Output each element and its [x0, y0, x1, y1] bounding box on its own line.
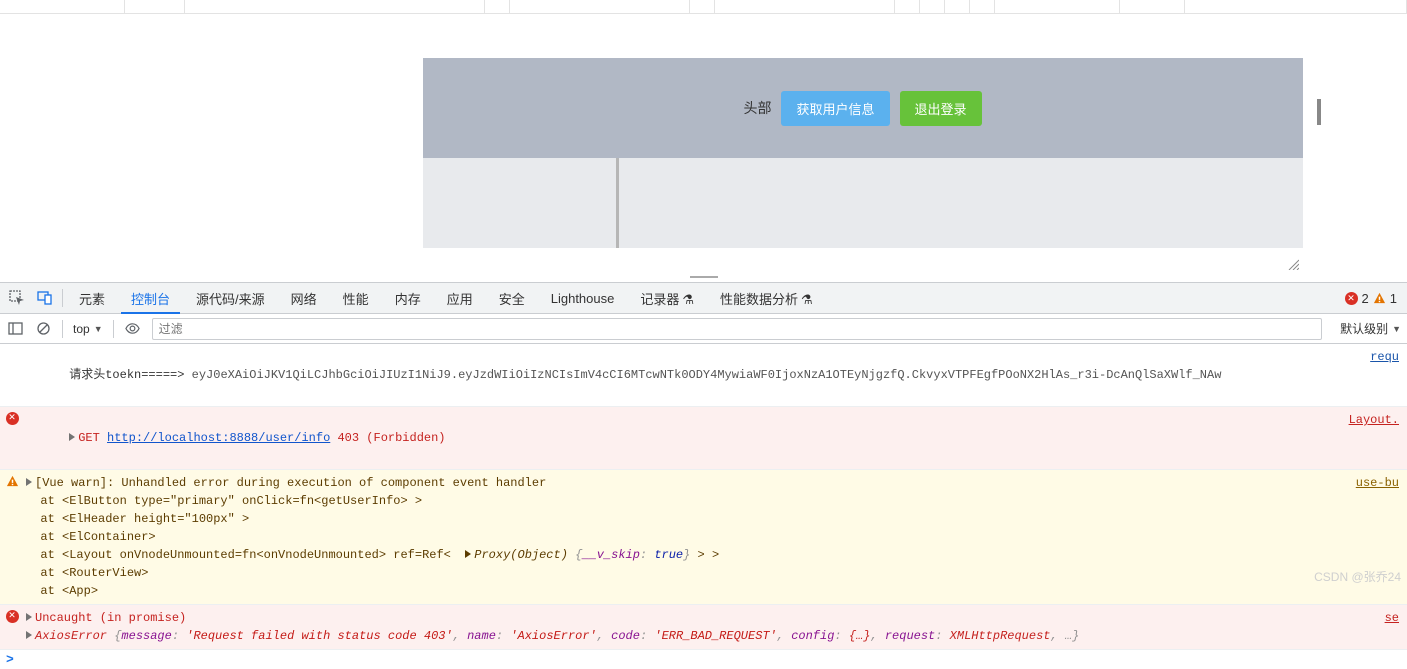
- devtools-splitter[interactable]: [0, 272, 1407, 282]
- filter-input[interactable]: [152, 318, 1322, 340]
- log-message: 请求头toekn=====> eyJ0eXAiOiJKV1QiLCJhbGciO…: [26, 348, 1364, 402]
- app-body: [423, 158, 1303, 248]
- app-frame: 头部 获取用户信息 退出登录: [423, 14, 1303, 272]
- tab-sources[interactable]: 源代码/来源: [186, 283, 275, 314]
- app-header: 头部 获取用户信息 退出登录: [423, 58, 1303, 158]
- clear-console-icon[interactable]: [34, 320, 52, 338]
- tab-perf-insights[interactable]: 性能数据分析⚗: [710, 283, 823, 314]
- resize-handle-corner[interactable]: [1287, 258, 1299, 270]
- console-toolbar: top▼ 默认级别▼: [0, 314, 1407, 344]
- expand-toggle-icon[interactable]: [26, 613, 32, 621]
- sidebar-toggle-icon[interactable]: [6, 320, 24, 338]
- tab-security[interactable]: 安全: [489, 283, 535, 314]
- logout-button[interactable]: 退出登录: [900, 91, 982, 126]
- filter-field[interactable]: [152, 318, 1322, 340]
- flask-icon: ⚗: [682, 292, 694, 307]
- prompt-chevron-icon: >: [6, 652, 14, 667]
- console-output: 请求头toekn=====> eyJ0eXAiOiJKV1QiLCJhbGciO…: [0, 344, 1407, 650]
- warning-icon: [6, 475, 19, 494]
- error-badge-icon: ✕: [1345, 292, 1358, 305]
- source-link[interactable]: se: [1385, 609, 1399, 627]
- source-link[interactable]: requ: [1370, 348, 1399, 366]
- device-toggle-icon[interactable]: [34, 287, 56, 309]
- context-selector[interactable]: top▼: [73, 322, 103, 336]
- app-preview-pane: 头部 获取用户信息 退出登录: [0, 14, 1407, 272]
- console-error-row[interactable]: ✕ GET http://localhost:8888/user/info 40…: [0, 407, 1407, 470]
- header-label: 头部: [743, 98, 771, 118]
- error-icon: ✕: [6, 412, 19, 425]
- expand-toggle-icon[interactable]: [69, 433, 75, 441]
- tab-application[interactable]: 应用: [437, 283, 483, 314]
- source-link[interactable]: use-bu: [1356, 474, 1399, 492]
- log-level-selector[interactable]: 默认级别▼: [1340, 320, 1401, 337]
- tab-console[interactable]: 控制台: [121, 283, 180, 314]
- console-error-row[interactable]: ✕ Uncaught (in promise) AxiosError {mess…: [0, 605, 1407, 650]
- tab-memory[interactable]: 内存: [385, 283, 431, 314]
- request-url-link[interactable]: http://localhost:8888/user/info: [107, 431, 330, 445]
- flask-icon: ⚗: [801, 292, 813, 307]
- tab-recorder[interactable]: 记录器⚗: [630, 283, 704, 314]
- source-link[interactable]: Layout.: [1349, 411, 1399, 429]
- devtools-tab-bar: 元素 控制台 源代码/来源 网络 性能 内存 应用 安全 Lighthouse …: [0, 282, 1407, 314]
- console-warning-row[interactable]: [Vue warn]: Unhandled error during execu…: [0, 470, 1407, 605]
- resize-handle-vertical[interactable]: [1317, 99, 1321, 125]
- inspect-icon[interactable]: [6, 287, 28, 309]
- issue-counts[interactable]: ✕ 2 1: [1345, 291, 1401, 306]
- expand-toggle-icon[interactable]: [26, 478, 32, 486]
- console-log-row[interactable]: 请求头toekn=====> eyJ0eXAiOiJKV1QiLCJhbGciO…: [0, 344, 1407, 407]
- live-expression-icon[interactable]: [124, 320, 142, 338]
- log-message: [Vue warn]: Unhandled error during execu…: [26, 474, 1350, 600]
- app-main: [619, 158, 1303, 248]
- tab-performance[interactable]: 性能: [333, 283, 379, 314]
- console-prompt[interactable]: >: [0, 650, 1407, 669]
- log-message: Uncaught (in promise) AxiosError {messag…: [26, 609, 1379, 645]
- tab-network[interactable]: 网络: [281, 283, 327, 314]
- error-icon: ✕: [6, 610, 19, 623]
- top-grid-row: [0, 0, 1407, 14]
- get-user-info-button[interactable]: 获取用户信息: [781, 91, 889, 126]
- log-message: GET http://localhost:8888/user/info 403 …: [26, 411, 1343, 465]
- warning-badge-icon: [1373, 292, 1386, 305]
- tab-elements[interactable]: 元素: [69, 283, 115, 314]
- tab-lighthouse[interactable]: Lighthouse: [541, 285, 625, 312]
- warning-count: 1: [1390, 291, 1397, 306]
- expand-toggle-icon[interactable]: [26, 631, 32, 639]
- error-count: 2: [1362, 291, 1369, 306]
- app-sidebar: [423, 158, 619, 248]
